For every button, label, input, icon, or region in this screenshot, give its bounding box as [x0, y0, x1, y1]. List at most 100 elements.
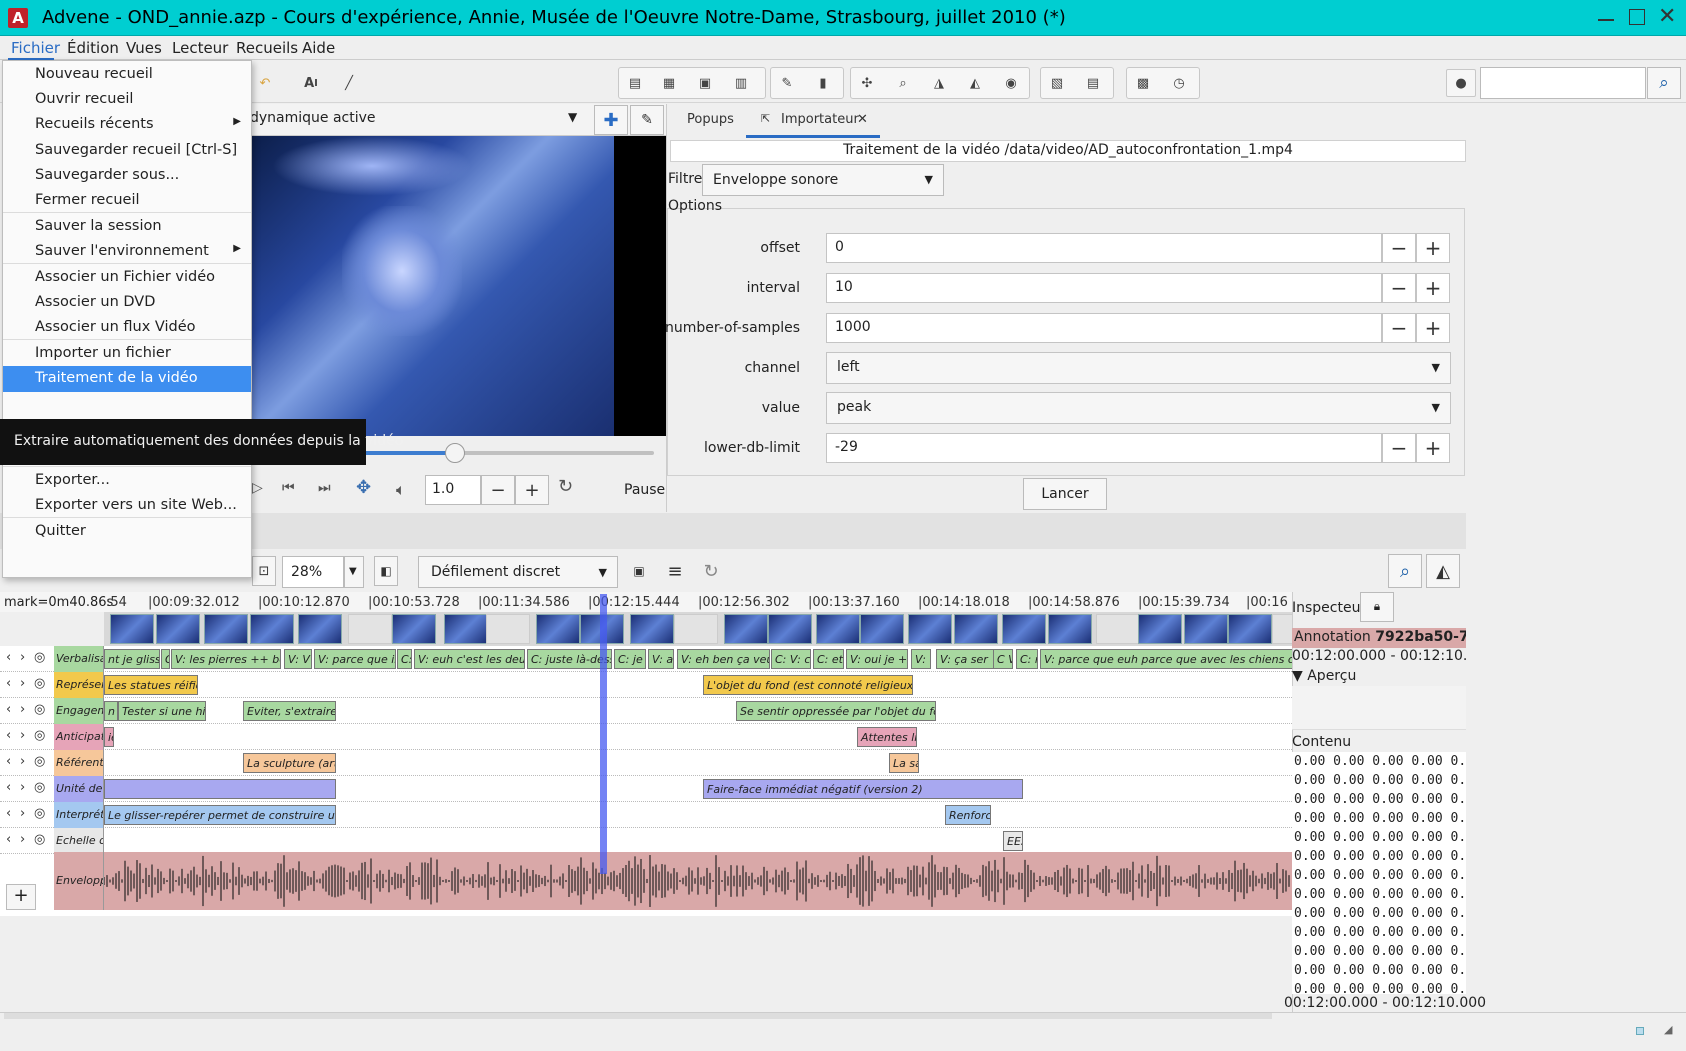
menu-item-16[interactable]: Quitter — [3, 519, 251, 545]
clock-icon[interactable]: ◷ — [1164, 69, 1194, 97]
track-right-icon[interactable]: › — [20, 806, 25, 821]
rate-minus-button[interactable]: − — [481, 475, 515, 505]
document-icon[interactable]: ▤ — [1078, 69, 1108, 97]
search-icon[interactable]: ⌕ — [1647, 67, 1681, 99]
volume-icon[interactable]: 🔈︎ — [396, 480, 406, 500]
annotation[interactable]: La sa — [889, 753, 919, 773]
annotation[interactable] — [104, 779, 336, 799]
position-slider-handle[interactable] — [445, 443, 465, 463]
track-label[interactable]: Anticipati — [54, 724, 104, 750]
track-label[interactable]: Verbalisat — [54, 646, 104, 672]
inspector-content[interactable]: 0.00 0.00 0.00 0.00 0.00 0.0 0.00 0.00 0.… — [1292, 752, 1466, 994]
fit-icon[interactable]: ⊡ — [252, 556, 276, 586]
thumbnail[interactable] — [674, 614, 718, 644]
track-label[interactable]: Interpréta — [54, 802, 104, 828]
browser-icon[interactable]: ▩ — [1128, 69, 1158, 97]
refresh-icon[interactable]: ↻ — [696, 556, 726, 586]
menu-lecteur[interactable]: Lecteur — [172, 39, 228, 57]
annotation[interactable]: V: oui je ++ — [846, 649, 908, 669]
table-view-icon[interactable]: ▦ — [654, 69, 684, 97]
center-icon[interactable]: ◧ — [374, 556, 398, 586]
annotation[interactable]: C — [161, 649, 170, 669]
horizontal-scrollbar[interactable] — [4, 1013, 1272, 1019]
annotation[interactable]: n — [104, 701, 118, 721]
undo-icon[interactable]: ↶ — [250, 69, 280, 97]
lock-icon[interactable]: 🔒︎ — [1360, 592, 1394, 622]
thumbnail[interactable] — [768, 614, 812, 644]
annotation[interactable]: V: euh c'est les deux — [414, 649, 525, 669]
thumbnail[interactable] — [954, 614, 998, 644]
thumbnail[interactable] — [444, 614, 488, 644]
annotation[interactable]: C: V: c'est — [771, 649, 811, 669]
menu-item-5[interactable]: Fermer recueil — [3, 188, 251, 214]
menu-item-7[interactable]: Sauver l'environnement ▶ — [3, 239, 251, 265]
track-label[interactable]: Engageme — [54, 698, 104, 724]
track-left-icon[interactable]: ‹ — [6, 728, 11, 743]
add-icon[interactable]: ✚ — [594, 105, 628, 135]
thumbnail[interactable] — [110, 614, 154, 644]
annotation[interactable]: L'objet du fond (est connoté religieux) — [703, 675, 913, 695]
thumbnail[interactable] — [298, 614, 342, 644]
menu-item-0[interactable]: Nouveau recueil — [3, 62, 251, 88]
annotation[interactable]: V: parce que euh parce que avec les chie… — [1040, 649, 1296, 669]
compare-icon[interactable]: ◭ — [960, 69, 990, 97]
thumbnail[interactable] — [1228, 614, 1272, 644]
thumbnail[interactable] — [1048, 614, 1092, 644]
option-samples-field[interactable]: 1000 — [826, 313, 1382, 343]
option-offset-field[interactable]: 0 — [826, 233, 1382, 263]
annotation[interactable]: V: les pierres ++ ben e — [171, 649, 281, 669]
menu-item-8[interactable]: Associer un Fichier vidéo — [3, 265, 251, 291]
book-icon[interactable]: ▮ — [808, 69, 838, 97]
thumbnail[interactable] — [536, 614, 580, 644]
track-left-icon[interactable]: ‹ — [6, 832, 11, 847]
menu-item-14[interactable]: Exporter... — [3, 468, 251, 494]
option-interval-plus[interactable]: + — [1416, 273, 1450, 303]
annotation[interactable]: V: ça ser — [936, 649, 996, 669]
menu-item-2[interactable]: Recueils récents ▶ — [3, 112, 251, 138]
tab-popups[interactable]: Popups — [687, 112, 734, 127]
menu-fichier[interactable]: Fichier — [11, 39, 60, 57]
annotation[interactable]: V: eh ben ça veut — [677, 649, 770, 669]
transcription-view-icon[interactable]: ▣ — [690, 69, 720, 97]
minimize-icon[interactable] — [1598, 9, 1614, 21]
annotation[interactable]: C V: a — [993, 649, 1013, 669]
track-right-icon[interactable]: › — [20, 676, 25, 691]
inspector-search-icon[interactable]: ⌕ — [1388, 554, 1422, 588]
playhead[interactable] — [600, 594, 607, 874]
annotation[interactable]: V: V — [284, 649, 312, 669]
track-play-icon[interactable]: ◎ — [34, 806, 45, 821]
option-samples-plus[interactable]: + — [1416, 313, 1450, 343]
resize-grip-icon[interactable]: ◢ — [1664, 1023, 1672, 1036]
thumbnail[interactable] — [250, 614, 294, 644]
time-ruler[interactable]: mark=0m40.86s :54 |00:09:32.012 |00:10:12.… — [0, 592, 1292, 612]
thumbnail[interactable] — [1138, 614, 1182, 644]
track-label[interactable]: Echelle d' — [54, 828, 104, 854]
menu-vues[interactable]: Vues — [126, 39, 162, 57]
close-window-icon[interactable]: ✕ — [1658, 4, 1676, 29]
option-dblimit-field[interactable]: -29 — [826, 433, 1382, 463]
web-icon[interactable]: ▧ — [1042, 69, 1072, 97]
track-label[interactable]: Représent — [54, 672, 104, 698]
option-interval-minus[interactable]: − — [1382, 273, 1416, 303]
option-offset-plus[interactable]: + — [1416, 233, 1450, 263]
track-label[interactable]: Unité de c — [54, 776, 104, 802]
track-left-icon[interactable]: ‹ — [6, 780, 11, 795]
annotation[interactable]: Les statues réifiées — [104, 675, 198, 695]
record-icon[interactable]: ● — [1446, 69, 1476, 97]
annotation[interactable]: Eviter, s'extraire d — [243, 701, 336, 721]
track-left-icon[interactable]: ‹ — [6, 806, 11, 821]
menu-item-4[interactable]: Sauvegarder sous... — [3, 163, 251, 189]
menu-item-6[interactable]: Sauver la session — [3, 214, 251, 240]
skip-forward-icon[interactable]: ⏭ — [318, 480, 331, 496]
video-player[interactable] — [252, 136, 666, 436]
track-right-icon[interactable]: › — [20, 728, 25, 743]
thumbnail[interactable] — [486, 614, 530, 644]
menu-item-3[interactable]: Sauvegarder recueil [Ctrl-S] — [3, 138, 251, 164]
option-channel-select[interactable]: left ▼ — [826, 352, 1451, 384]
track-label[interactable]: Référenti — [54, 750, 104, 776]
skip-back-icon[interactable]: ⏮ — [282, 480, 295, 496]
track-play-icon[interactable]: ◎ — [34, 832, 45, 847]
track-right-icon[interactable]: › — [20, 650, 25, 665]
menu-edition[interactable]: Édition — [67, 39, 119, 57]
timeline-view-icon[interactable]: ▤ — [620, 69, 650, 97]
